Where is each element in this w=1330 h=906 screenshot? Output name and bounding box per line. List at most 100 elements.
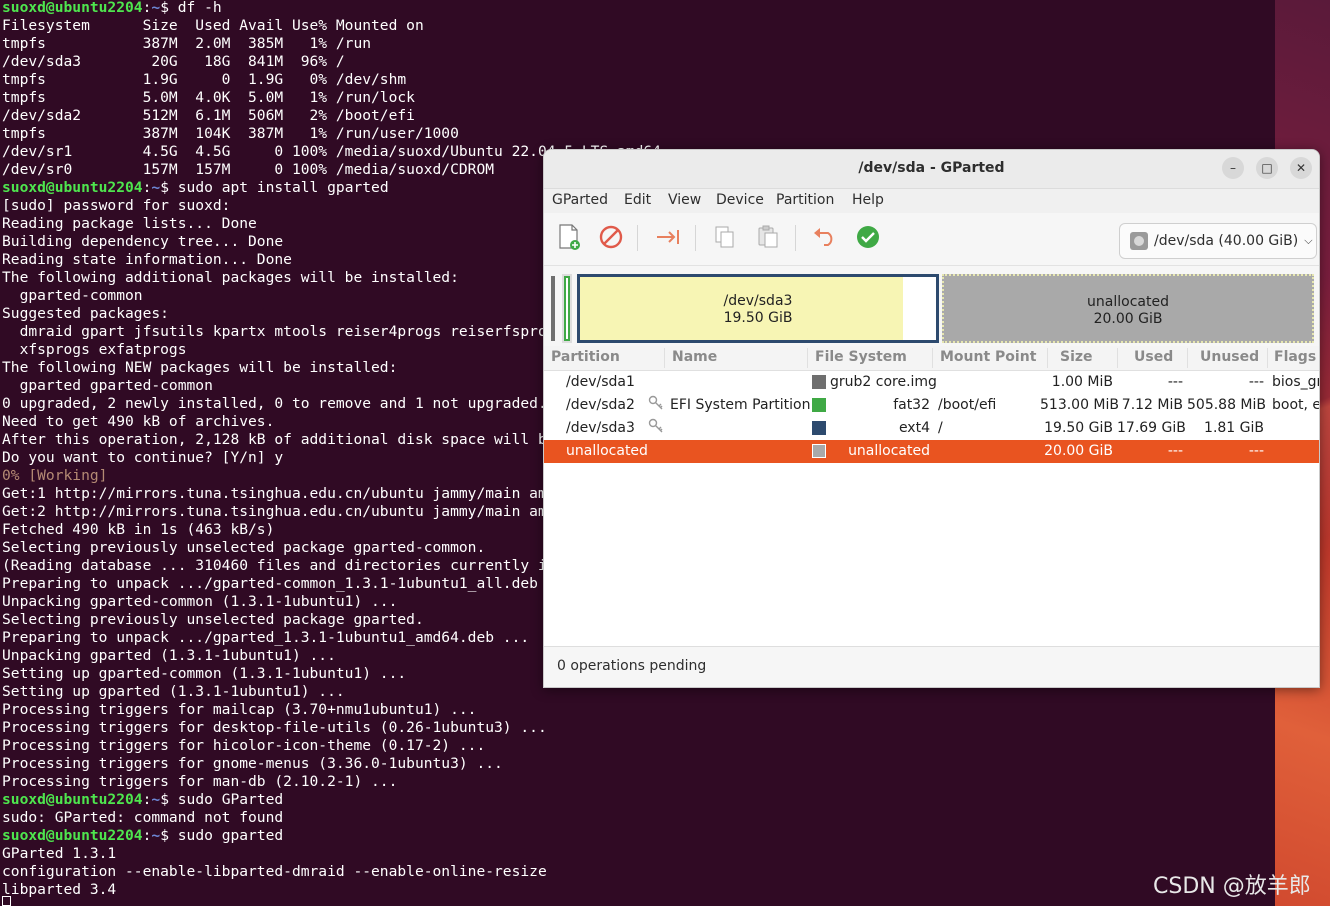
terminal-line: tmpfs 387M 104K 387M 1% /run/user/1000 (2, 125, 766, 143)
terminal-text: Processing triggers for mailcap (3.70+nm… (2, 701, 477, 718)
cell-partition: unallocated (566, 443, 648, 459)
gparted-titlebar[interactable]: /dev/sda - GParted – □ ✕ (544, 150, 1319, 189)
terminal-text: 0 upgraded, 2 newly installed, 0 to remo… (2, 395, 547, 412)
terminal-text: xfsprogs exfatprogs (2, 341, 187, 358)
terminal-text: Unpacking gparted-common (1.3.1-1ubuntu1… (2, 593, 398, 610)
cell-mountpoint: /boot/efi (938, 397, 997, 413)
cell-flags: boot, esp (1272, 397, 1319, 413)
terminal-text: tmpfs 5.0M 4.0K 5.0M 1% /run/lock (2, 89, 415, 106)
map-sda1[interactable] (549, 274, 557, 343)
terminal-text: After this operation, 2,128 kB of additi… (2, 431, 609, 448)
cell-unused: --- (1248, 443, 1264, 459)
terminal-line: Processing triggers for hicolor-icon-the… (2, 737, 766, 755)
filesystem-color-swatch (812, 375, 826, 389)
map-unallocated[interactable]: unallocated 20.00 GiB (942, 274, 1314, 343)
col-mountpoint[interactable]: Mount Point (940, 349, 1036, 365)
resize-move-icon[interactable] (654, 223, 682, 251)
terminal-text: The following additional packages will b… (2, 269, 459, 286)
col-size[interactable]: Size (1060, 349, 1093, 365)
terminal-text: $ df -h (160, 0, 222, 16)
cell-flags: bios_grub (1272, 374, 1319, 390)
terminal-text: Processing triggers for hicolor-icon-the… (2, 737, 486, 754)
terminal-line: tmpfs 387M 2.0M 385M 1% /run (2, 35, 766, 53)
apply-icon[interactable] (854, 223, 882, 251)
prompt-user: suoxd@ubuntu2204 (2, 179, 143, 196)
menu-device[interactable]: Device (716, 192, 764, 208)
menu-view[interactable]: View (668, 192, 701, 208)
prompt-user: suoxd@ubuntu2204 (2, 0, 143, 16)
toolbar: /dev/sda (40.00 GiB) ⌵ (544, 213, 1319, 266)
col-flags[interactable]: Flags (1274, 349, 1316, 365)
device-selector-label: /dev/sda (40.00 GiB) (1154, 233, 1299, 249)
prompt-path: ~ (151, 791, 161, 808)
table-row[interactable]: /dev/sda1 grub2 core.img 1.00 MiB --- --- bio… (544, 371, 1319, 394)
cell-unused: --- (1248, 374, 1264, 390)
window-title: /dev/sda - GParted (858, 160, 1005, 176)
col-unused[interactable]: Unused (1200, 349, 1259, 365)
terminal-text: Reading state information... Done (2, 251, 292, 268)
terminal-text: $ sudo apt install gparted (160, 179, 389, 196)
terminal-line: Filesystem Size Used Avail Use% Mounted … (2, 17, 766, 35)
menu-partition[interactable]: Partition (776, 192, 834, 208)
terminal-text: The following NEW packages will be insta… (2, 359, 398, 376)
paste-icon[interactable] (754, 223, 782, 251)
cell-used: 17.69 GiB (1117, 420, 1186, 436)
menu-help[interactable]: Help (852, 192, 884, 208)
copy-icon[interactable] (711, 223, 739, 251)
terminal-line: GParted 1.3.1 (2, 845, 766, 863)
menu-edit[interactable]: Edit (624, 192, 651, 208)
maximize-button[interactable]: □ (1256, 157, 1278, 179)
terminal-line: /dev/sda2 512M 6.1M 506M 2% /boot/efi (2, 107, 766, 125)
table-row[interactable]: unallocated unallocated 20.00 GiB --- --- (544, 440, 1319, 463)
terminal-text: Fetched 490 kB in 1s (463 kB/s) (2, 521, 275, 538)
terminal-line: suoxd@ubuntu2204:~$ sudo GParted (2, 791, 766, 809)
terminal-text: tmpfs 387M 104K 387M 1% /run/user/1000 (2, 125, 459, 142)
terminal-line: tmpfs 1.9G 0 1.9G 0% /dev/shm (2, 71, 766, 89)
terminal-text: GParted 1.3.1 (2, 845, 117, 862)
cell-size: 19.50 GiB (1044, 420, 1113, 436)
table-row[interactable]: /dev/sda3 ext4 / 19.50 GiB 17.69 GiB 1.81 GiB (544, 417, 1319, 440)
terminal-text: Building dependency tree... Done (2, 233, 284, 250)
map-unallocated-name: unallocated (1087, 294, 1169, 310)
cell-name: EFI System Partition (670, 397, 811, 413)
prompt-user: suoxd@ubuntu2204 (2, 827, 143, 844)
toolbar-separator (795, 225, 796, 251)
new-partition-icon[interactable] (555, 223, 583, 251)
terminal-line: Processing triggers for man-db (2.10.2-1… (2, 773, 766, 791)
prompt-path: ~ (151, 0, 161, 16)
col-filesystem[interactable]: File System (815, 349, 907, 365)
terminal-text: Setting up gparted (1.3.1-1ubuntu1) ... (2, 683, 345, 700)
terminal-text: Processing triggers for gnome-menus (3.3… (2, 755, 503, 772)
filesystem-color-swatch (812, 444, 826, 458)
terminal-text: tmpfs 387M 2.0M 385M 1% /run (2, 35, 372, 52)
map-sda3[interactable]: /dev/sda3 19.50 GiB (577, 274, 939, 343)
minimize-button[interactable]: – (1222, 157, 1244, 179)
col-used[interactable]: Used (1134, 349, 1173, 365)
cell-filesystem: ext4 (898, 420, 930, 436)
table-header: Partition Name File System Mount Point S… (544, 346, 1319, 371)
terminal-text: sudo: GParted: command not found (2, 809, 284, 826)
cell-partition: /dev/sda1 (566, 374, 635, 390)
cell-filesystem: unallocated (848, 443, 930, 459)
filesystem-color-swatch (812, 398, 826, 412)
menu-gparted[interactable]: GParted (552, 192, 608, 208)
gparted-window[interactable]: /dev/sda - GParted – □ ✕ GParted Edit Vi… (543, 149, 1320, 688)
terminal-line: tmpfs 5.0M 4.0K 5.0M 1% /run/lock (2, 89, 766, 107)
terminal-text: $ sudo GParted (160, 791, 284, 808)
device-selector[interactable]: /dev/sda (40.00 GiB) ⌵ (1119, 223, 1317, 259)
cell-used: --- (1167, 443, 1183, 459)
col-name[interactable]: Name (672, 349, 717, 365)
col-partition[interactable]: Partition (551, 349, 620, 365)
terminal-line: Processing triggers for gnome-menus (3.3… (2, 755, 766, 773)
cell-mountpoint: / (938, 420, 943, 436)
terminal-text: (Reading database ... 310460 files and d… (2, 557, 635, 574)
map-sda2[interactable] (562, 274, 572, 343)
undo-icon[interactable] (811, 223, 839, 251)
table-row[interactable]: /dev/sda2 EFI System Partition fat32/boot/… (544, 394, 1319, 417)
partition-map: /dev/sda3 19.50 GiB unallocated 20.00 Gi… (544, 266, 1319, 346)
close-button[interactable]: ✕ (1290, 157, 1312, 179)
filesystem-color-swatch (812, 421, 826, 435)
terminal-line: Processing triggers for desktop-file-uti… (2, 719, 766, 737)
operations-pending: 0 operations pending (557, 658, 707, 674)
delete-partition-icon[interactable] (597, 223, 625, 251)
